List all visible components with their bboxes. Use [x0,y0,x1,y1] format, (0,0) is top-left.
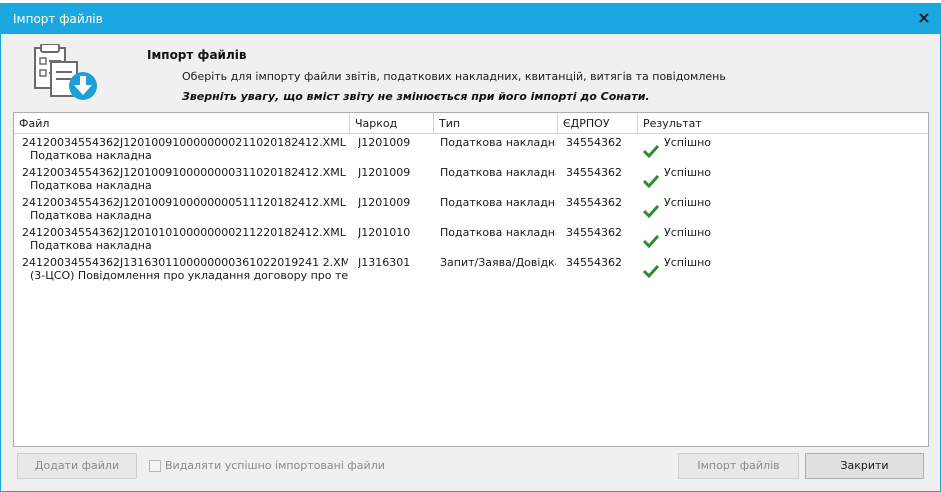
file-cell: 24120034554362J1201009100000000311020182… [22,166,348,192]
file-cell: 24120034554362J1201010100000000211220182… [22,226,348,252]
dialog-footer: Додати файли Видаляти успішно імпортован… [1,450,940,492]
code-cell: J1201009 [358,166,411,179]
file-cell: 24120034554362J1316301100000000361022019… [22,256,348,282]
close-icon[interactable]: × [916,10,932,26]
edrpou-cell: 34554362 [566,166,622,179]
column-header-code[interactable]: Чаркод [350,113,434,134]
titlebar: Імпорт файлів × [1,4,940,34]
code-cell: J1316301 [358,256,411,269]
file-description: Податкова накладна [30,179,152,192]
header-title: Імпорт файлів [147,48,247,62]
header-subtitle: Оберіть для імпорту файли звітів, податк… [182,70,726,83]
column-header-edrpou[interactable]: ЄДРПОУ [558,113,638,134]
checkbox-box[interactable] [149,460,161,472]
type-cell: Податкова накладна [440,196,556,209]
import-files-button[interactable]: Імпорт файлів [678,453,799,479]
add-files-button[interactable]: Додати файли [17,453,137,479]
header-note: Зверніть увагу, що вміст звіту не змінює… [182,90,650,103]
file-name: 24120034554362J1201010100000000211220182… [22,226,346,239]
file-description: Податкова накладна [30,149,152,162]
window-title: Імпорт файлів [13,12,103,26]
edrpou-cell: 34554362 [566,256,622,269]
code-cell: J1201009 [358,196,411,209]
table-row[interactable]: 24120034554362J1201009100000000511120182… [14,195,928,225]
file-name: 24120034554362J1201009100000000511120182… [22,196,346,209]
column-header-result[interactable]: Результат [638,113,928,134]
success-check-icon [643,204,659,218]
type-cell: Податкова накладна [440,136,556,149]
column-header-type[interactable]: Тип [434,113,558,134]
column-header-file[interactable]: Файл [14,113,350,134]
result-cell: Успішно [664,256,711,269]
result-cell: Успішно [664,136,711,149]
file-cell: 24120034554362J1201009100000000511120182… [22,196,348,222]
file-name: 24120034554362J1316301100000000361022019… [22,256,348,269]
edrpou-cell: 34554362 [566,136,622,149]
checkbox-label: Видаляти успішно імпортовані файли [165,459,385,472]
type-cell: Запит/Заява/Довідка [440,256,556,269]
file-description: Податкова накладна [30,209,152,222]
table-row[interactable]: 24120034554362J1201009100000000211020182… [14,135,928,165]
table-header: Файл Чаркод Тип ЄДРПОУ Результат [14,113,928,134]
result-cell: Успішно [664,226,711,239]
close-button[interactable]: Закрити [805,453,924,479]
result-cell: Успішно [664,166,711,179]
import-dialog: Імпорт файлів × Імпорт файлів Оберіть дл… [0,3,941,492]
type-cell: Податкова накладна [440,166,556,179]
code-cell: J1201010 [358,226,411,239]
code-cell: J1201009 [358,136,411,149]
edrpou-cell: 34554362 [566,226,622,239]
result-cell: Успішно [664,196,711,209]
file-name: 24120034554362J1201009100000000211020182… [22,136,346,149]
file-name: 24120034554362J1201009100000000311020182… [22,166,346,179]
file-cell: 24120034554362J1201009100000000211020182… [22,136,348,162]
file-description: (3-ЦСО) Повідомлення про укладання догов… [30,269,348,282]
type-cell: Податкова накладна [440,226,556,239]
file-description: Податкова накладна [30,239,152,252]
files-table[interactable]: Файл Чаркод Тип ЄДРПОУ Результат 2412003… [13,112,929,447]
import-files-icon [34,44,97,100]
table-row[interactable]: 24120034554362J1316301100000000361022019… [14,255,928,285]
table-row[interactable]: 24120034554362J1201009100000000311020182… [14,165,928,195]
success-check-icon [643,234,659,248]
success-check-icon [643,144,659,158]
dialog-header: Імпорт файлів Оберіть для імпорту файли … [1,34,940,108]
table-row[interactable]: 24120034554362J1201010100000000211220182… [14,225,928,255]
success-check-icon [643,264,659,278]
edrpou-cell: 34554362 [566,196,622,209]
success-check-icon [643,174,659,188]
